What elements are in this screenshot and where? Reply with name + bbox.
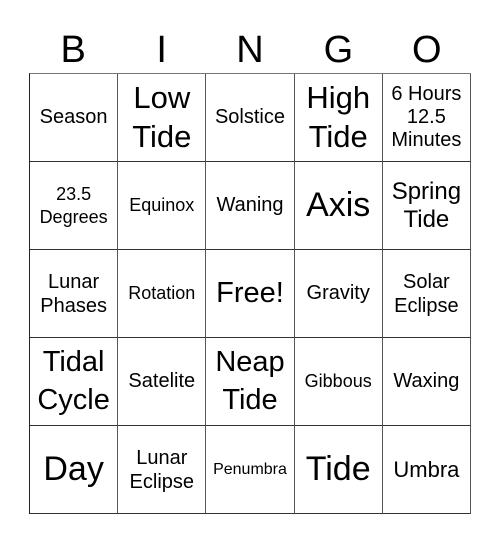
free-space-cell[interactable]: Free! <box>206 250 295 338</box>
bingo-cell[interactable]: Umbra <box>382 426 471 514</box>
bingo-cell[interactable]: Spring Tide <box>382 162 471 250</box>
bingo-cell[interactable]: Day <box>30 426 119 514</box>
bingo-cell[interactable]: Tide <box>294 426 383 514</box>
bingo-cell[interactable]: 23.5 Degrees <box>30 162 119 250</box>
header-letter-i: I <box>156 29 167 71</box>
bingo-cell[interactable]: Season <box>30 74 119 162</box>
header-letter-g: G <box>323 29 354 71</box>
bingo-cell[interactable]: Gravity <box>294 250 383 338</box>
bingo-cell[interactable]: 6 Hours 12.5 Minutes <box>382 74 471 162</box>
bingo-cell[interactable]: Waning <box>206 162 295 250</box>
header-letter-n: N <box>236 29 264 71</box>
bingo-cell[interactable]: Penumbra <box>206 426 295 514</box>
bingo-card-grid: Season Low Tide Solstice High Tide 6 Hou… <box>29 73 471 514</box>
header-letter-b: B <box>60 29 86 71</box>
bingo-cell[interactable]: Neap Tide <box>206 338 295 426</box>
bingo-cell[interactable]: Solstice <box>206 74 295 162</box>
bingo-cell[interactable]: Gibbous <box>294 338 383 426</box>
bingo-cell[interactable]: Axis <box>294 162 383 250</box>
bingo-cell[interactable]: Satelite <box>118 338 207 426</box>
bingo-cell[interactable]: High Tide <box>294 74 383 162</box>
bingo-cell[interactable]: Lunar Eclipse <box>118 426 207 514</box>
bingo-cell[interactable]: Solar Eclipse <box>382 250 471 338</box>
bingo-cell[interactable]: Waxing <box>382 338 471 426</box>
bingo-header: B I N G O <box>29 28 471 72</box>
bingo-cell[interactable]: Lunar Phases <box>30 250 119 338</box>
bingo-cell[interactable]: Equinox <box>118 162 207 250</box>
header-letter-o: O <box>412 29 442 71</box>
bingo-cell[interactable]: Rotation <box>118 250 207 338</box>
bingo-cell[interactable]: Tidal Cycle <box>30 338 119 426</box>
bingo-cell[interactable]: Low Tide <box>118 74 207 162</box>
